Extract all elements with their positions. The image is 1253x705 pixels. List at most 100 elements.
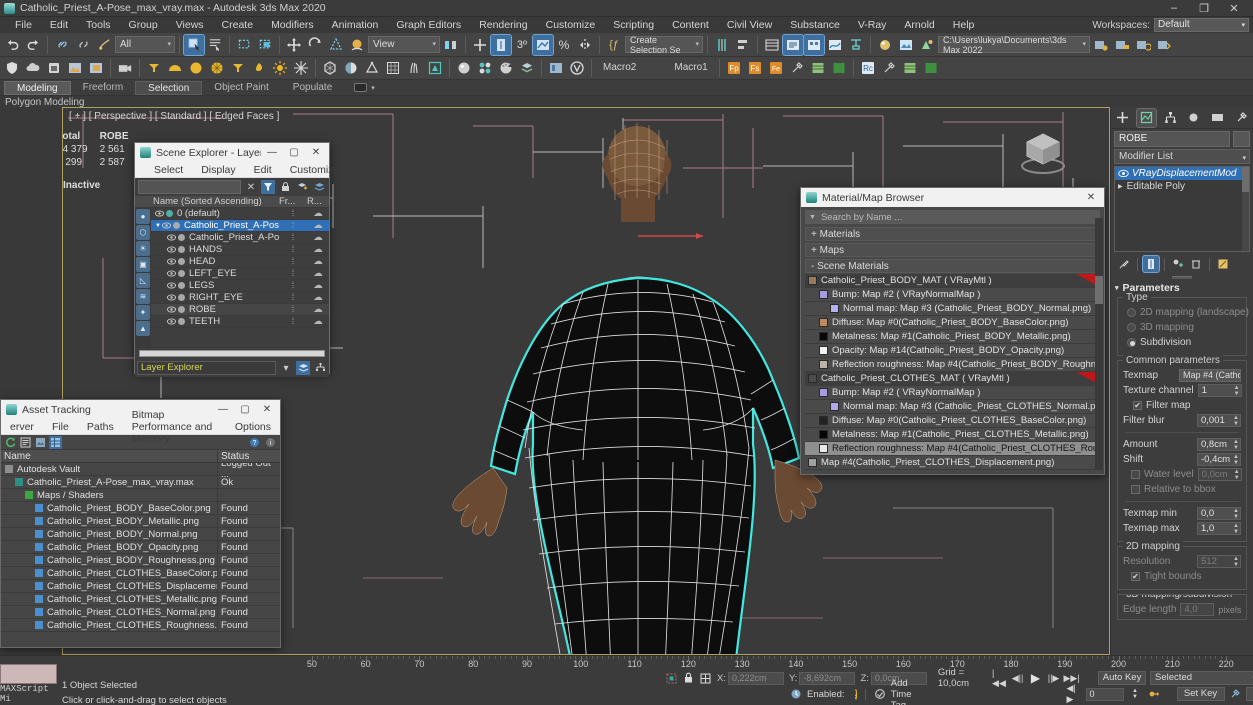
eye-icon[interactable] <box>162 222 171 229</box>
filter-icon[interactable] <box>261 180 275 194</box>
mirror-icon[interactable] <box>575 35 595 55</box>
asset-row[interactable]: Catholic_Priest_BODY_Roughness.png Found <box>1 554 280 567</box>
camera-icon[interactable] <box>115 58 135 78</box>
pin-stack-icon[interactable] <box>1116 256 1132 272</box>
layer-manager-icon[interactable] <box>803 33 825 56</box>
layer-explorer-icon[interactable] <box>762 35 782 55</box>
se-menu-customize[interactable]: Customize <box>281 164 349 176</box>
ribbon-tab-object-paint[interactable]: Object Paint <box>202 81 280 95</box>
eye-icon[interactable] <box>155 210 164 217</box>
display-tab[interactable] <box>1208 109 1227 127</box>
window-crossing-toggle-icon[interactable] <box>255 35 275 55</box>
asset-row[interactable]: Catholic_Priest_CLOTHES_Displacement.png… <box>1 580 280 593</box>
render-cell[interactable]: ☁ <box>307 220 329 231</box>
angle-snap-toggle-icon[interactable] <box>490 33 512 56</box>
scene-explorer-row[interactable]: TEETH ⁞ ☁ <box>151 316 329 328</box>
forest-tools-icon[interactable] <box>787 58 807 78</box>
water-level-spinner[interactable]: 0,0cm ▲ ▼ <box>1197 468 1242 481</box>
edge-length-spinner[interactable]: 4,0 <box>1180 603 1215 616</box>
render-cell[interactable]: ☁ <box>307 256 329 267</box>
menu-item-substance[interactable]: Substance <box>781 17 849 33</box>
forest-edit-icon[interactable]: Fe <box>766 58 786 78</box>
ribbon-tab-freeform[interactable]: Freeform <box>71 81 136 95</box>
ribbon-tab-populate[interactable]: Populate <box>281 81 344 95</box>
select-and-link-icon[interactable] <box>52 35 72 55</box>
scene-explorer-row[interactable]: LEGS ⁞ ☁ <box>151 280 329 292</box>
mirror-axis-icon[interactable] <box>712 35 732 55</box>
map-entry[interactable]: Normal map: Map #3 (Catholic_Priest_CLOT… <box>805 400 1100 414</box>
render-cell[interactable]: ☁ <box>307 268 329 279</box>
at-menu-file[interactable]: File <box>43 421 78 433</box>
hierarchy-tab[interactable] <box>1161 109 1180 127</box>
forest-pack-icon[interactable]: Fp <box>724 58 744 78</box>
menu-item-animation[interactable]: Animation <box>323 17 388 33</box>
material-browser-scrollbar[interactable] <box>1095 218 1103 470</box>
asset-row[interactable]: Catholic_Priest_BODY_Metallic.png Found <box>1 515 280 528</box>
railclone-icon[interactable]: Rc <box>858 58 878 78</box>
time-ruler-ticks[interactable]: 50 60 70 80 90 100 110 120 130 140 150 160 170 180 190… <box>285 656 1253 671</box>
current-frame-field[interactable]: 0 <box>1085 687 1124 701</box>
ribbon-minimize-area[interactable]: ▾ <box>354 83 375 92</box>
material-browser-close-button[interactable]: ✕ <box>1080 188 1102 207</box>
minimize-button[interactable]: – <box>1159 0 1189 17</box>
material-entry[interactable]: Catholic_Priest_BODY_MAT ( VRayMtl ) <box>805 274 1100 288</box>
forest-green-icon[interactable] <box>829 58 849 78</box>
asset-tracking-icon[interactable] <box>1154 35 1174 55</box>
refresh-icon[interactable] <box>4 436 17 449</box>
scene-explorer-icon[interactable] <box>782 33 804 56</box>
spinner-arrows-icon[interactable]: ▲ ▼ <box>1233 415 1239 427</box>
filter-map-checkbox[interactable]: ✔ <box>1133 401 1142 410</box>
column-status[interactable]: Status <box>218 451 280 462</box>
render-cell[interactable]: ☁ <box>307 244 329 255</box>
render-cell[interactable]: ☁ <box>307 304 329 315</box>
menu-item-graph-editors[interactable]: Graph Editors <box>387 17 470 33</box>
scene-explorer-row[interactable]: LEFT_EYE ⁞ ☁ <box>151 268 329 280</box>
menu-item-modifiers[interactable]: Modifiers <box>262 17 323 33</box>
column-frozen[interactable]: Fr... <box>279 196 307 207</box>
time-configuration-icon[interactable] <box>790 687 802 701</box>
material-group--materials[interactable]: + Materials <box>805 227 1100 241</box>
type-option-row[interactable]: 2D mapping (landscape) <box>1123 305 1249 320</box>
geometry-primitive-icon[interactable] <box>320 58 340 78</box>
material-editor-icon[interactable] <box>875 35 895 55</box>
scene-explorer-horizontal-scrollbar[interactable] <box>139 350 325 357</box>
menu-item-create[interactable]: Create <box>213 17 263 33</box>
clear-search-icon[interactable]: ✕ <box>244 180 258 194</box>
se-menu-edit[interactable]: Edit <box>245 164 281 176</box>
expand-arrow-icon[interactable]: ▼ <box>155 223 161 229</box>
amount-spinner[interactable]: 0,8cm ▲ ▼ <box>1197 438 1241 451</box>
spinner-arrows-icon[interactable]: ▲ ▼ <box>1233 523 1239 535</box>
vray-proxy-icon[interactable] <box>341 58 361 78</box>
asset-row[interactable]: Catholic_Priest_CLOTHES_BaseColor.png Fou… <box>1 567 280 580</box>
map-entry[interactable]: Normal map: Map #3 (Catholic_Priest_BODY… <box>805 302 1100 316</box>
filter-helpers-icon[interactable]: ◺ <box>136 273 150 288</box>
viewcube-icon[interactable] <box>1015 126 1071 178</box>
key-mode-combo[interactable]: Selected ▾ <box>1150 671 1253 685</box>
menu-item-scripting[interactable]: Scripting <box>604 17 663 33</box>
bind-to-space-warp-icon[interactable] <box>94 35 114 55</box>
macro1-button[interactable]: Macro1 <box>667 59 714 77</box>
spinner-arrows-icon[interactable]: ▲ ▼ <box>1233 454 1239 466</box>
redo-icon[interactable] <box>23 35 43 55</box>
type-radio[interactable] <box>1127 338 1136 347</box>
material-map-browser-window[interactable]: Material/Map Browser ✕ ▼ Search by Name … <box>800 187 1105 475</box>
x-field[interactable]: 0,222cm <box>727 671 784 685</box>
workspaces-combo[interactable]: Default ▾ <box>1154 18 1249 32</box>
render-cell[interactable]: ☁ <box>307 208 329 219</box>
menu-item-content[interactable]: Content <box>663 17 718 33</box>
project-path-field[interactable]: C:\Users\lukya\Documents\3ds Max 2022 ▾ <box>938 35 1090 55</box>
eye-icon[interactable] <box>167 294 176 301</box>
object-name-field[interactable]: ROBE <box>1114 131 1230 147</box>
footer-dropdown-icon[interactable]: ▾ <box>279 361 293 375</box>
layer-manage-icon[interactable] <box>517 58 537 78</box>
scene-explorer-maximize-button[interactable]: ▢ <box>283 143 305 162</box>
texture-channel-spinner[interactable]: 1 ▲ ▼ <box>1197 384 1242 397</box>
ribbon-tab-selection[interactable]: Selection <box>135 80 203 95</box>
modify-tab[interactable] <box>1135 107 1157 128</box>
eye-icon[interactable] <box>167 246 176 253</box>
map-entry[interactable]: Map #4(Catholic_Priest_CLOTHES_Displacem… <box>805 456 1100 470</box>
render-cell[interactable]: ☁ <box>307 280 329 291</box>
ies-light-icon[interactable] <box>207 58 227 78</box>
asset-row[interactable]: Catholic_Priest_A-Pose_max_vray.max Ok <box>1 476 280 489</box>
type-radio[interactable] <box>1127 323 1136 332</box>
